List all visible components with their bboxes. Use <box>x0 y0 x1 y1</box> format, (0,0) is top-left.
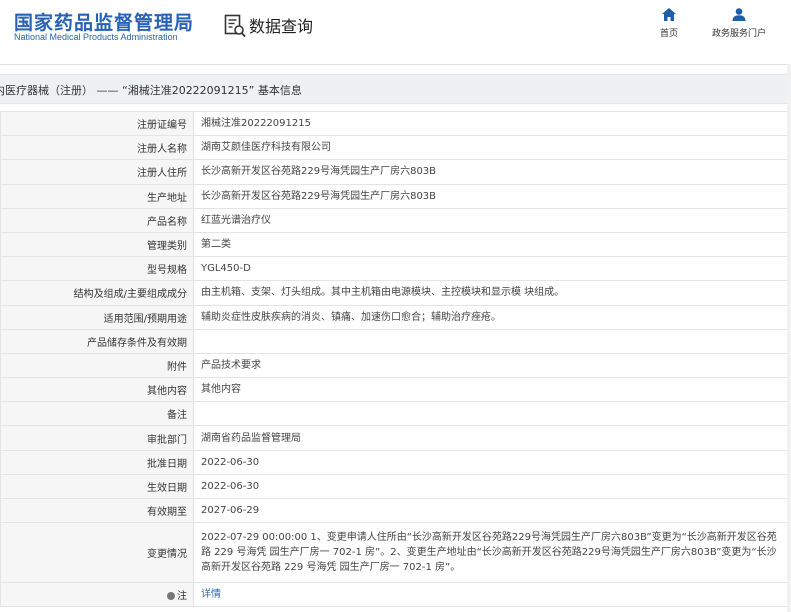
field-label: 审批部门 <box>0 425 194 451</box>
field-value <box>193 328 791 354</box>
nav-home[interactable]: 首页 <box>660 8 678 39</box>
field-label: 结构及组成/主要组成成分 <box>0 280 194 306</box>
table-row: 生效日期 2022-06-30 <box>0 473 791 500</box>
field-value: YGL450-D <box>193 256 791 282</box>
header-divider <box>0 64 791 65</box>
table-row: 备注 <box>0 401 791 427</box>
field-label-note: 注 <box>0 582 194 608</box>
field-label: 注册人名称 <box>0 135 194 161</box>
table-row: 注册证编号 湘械注准20222091215 <box>0 110 791 137</box>
field-value <box>193 401 791 427</box>
field-value: 详情 <box>193 582 791 608</box>
section-title-bar: 内医疗器械（注册） —— “湘械注准20222091215” 基本信息 <box>0 74 791 104</box>
field-value: 长沙高新开发区谷苑路229号海凭园生产厂房六803B <box>193 183 791 209</box>
table-row: 附件 产品技术要求 <box>0 352 791 379</box>
table-row: 结构及组成/主要组成成分 由主机箱、支架、灯头组成。其中主机箱由电源模块、主控模块… <box>0 280 791 306</box>
field-label: 注册人住所 <box>0 159 194 185</box>
field-label: 适用范围/预期用途 <box>0 304 194 330</box>
details-link[interactable]: 详情 <box>201 589 221 600</box>
table-row: 变更情况 2022-07-29 00:00:00 1、变更申请人住所由“长沙高新开… <box>0 522 791 584</box>
nav-gov-service-portal[interactable]: 政务服务门户 <box>712 8 766 39</box>
table-row: 生产地址 长沙高新开发区谷苑路229号海凭园生产厂房六803B <box>0 183 791 209</box>
field-value: 湘械注准20222091215 <box>193 110 791 137</box>
field-value: 2027-06-29 <box>193 497 791 524</box>
nav-portal-label: 政务服务门户 <box>712 29 767 39</box>
field-label: 注册证编号 <box>0 110 194 137</box>
field-label: 附件 <box>0 352 194 379</box>
table-row: 产品名称 红蓝光谱治疗仪 <box>0 207 791 233</box>
device-info-table: 注册证编号 湘械注准20222091215 注册人名称 湖南艾颜佳医疗科技有限公司 … <box>0 110 791 608</box>
home-icon <box>662 8 676 21</box>
field-value: 辅助炎症性皮肤疾病的消炎、镇痛、加速伤口愈合；辅助治疗痤疮。 <box>193 304 791 330</box>
table-row: 批准日期 2022-06-30 <box>0 449 791 475</box>
site-logo-title[interactable]: 国家药品监督管理局 <box>14 8 194 35</box>
table-row: 其他内容 其他内容 <box>0 377 791 403</box>
site-header: 国家药品监督管理局 National Medical Products Admi… <box>0 0 791 64</box>
field-label: 生产地址 <box>0 183 194 209</box>
field-value: 长沙高新开发区谷苑路229号海凭园生产厂房六803B <box>193 159 791 185</box>
field-value: 2022-06-30 <box>193 449 791 475</box>
field-label: 产品储存条件及有效期 <box>0 328 194 354</box>
field-label: 备注 <box>0 401 194 427</box>
field-label: 生效日期 <box>0 473 194 500</box>
table-row: 审批部门 湖南省药品监督管理局 <box>0 425 791 451</box>
note-label: 注 <box>177 591 187 603</box>
table-row: 型号规格 YGL450-D <box>0 256 791 282</box>
field-label: 产品名称 <box>0 207 194 233</box>
data-query-icon <box>224 14 246 38</box>
field-label: 变更情况 <box>0 522 194 584</box>
change-history-value: 2022-07-29 00:00:00 1、变更申请人住所由“长沙高新开发区谷苑… <box>193 522 791 584</box>
field-value: 其他内容 <box>193 377 791 403</box>
pin-icon <box>167 592 175 601</box>
page-scrollbar[interactable] <box>787 64 791 612</box>
section-title: 内医疗器械（注册） —— “湘械注准20222091215” 基本信息 <box>0 84 302 97</box>
field-label: 管理类别 <box>0 231 194 258</box>
field-value: 湖南省药品监督管理局 <box>193 425 791 451</box>
data-query-title: 数据查询 <box>249 17 314 36</box>
field-value: 第二类 <box>193 231 791 258</box>
field-label: 型号规格 <box>0 256 194 282</box>
field-value: 湖南艾颜佳医疗科技有限公司 <box>193 135 791 161</box>
user-icon <box>732 8 746 21</box>
field-value: 红蓝光谱治疗仪 <box>193 207 791 233</box>
field-label: 其他内容 <box>0 377 194 403</box>
table-row: 注册人名称 湖南艾颜佳医疗科技有限公司 <box>0 135 791 161</box>
field-value: 产品技术要求 <box>193 352 791 379</box>
table-row: 适用范围/预期用途 辅助炎症性皮肤疾病的消炎、镇痛、加速伤口愈合；辅助治疗痤疮。 <box>0 304 791 330</box>
field-value: 2022-06-30 <box>193 473 791 500</box>
table-row: 注 详情 <box>0 582 791 608</box>
field-label: 有效期至 <box>0 497 194 524</box>
table-row: 注册人住所 长沙高新开发区谷苑路229号海凭园生产厂房六803B <box>0 159 791 185</box>
field-label: 批准日期 <box>0 449 194 475</box>
site-logo-subtitle[interactable]: National Medical Products Administration <box>14 32 178 42</box>
nav-home-label: 首页 <box>660 29 679 39</box>
table-row: 有效期至 2027-06-29 <box>0 497 791 524</box>
table-row: 产品储存条件及有效期 <box>0 328 791 354</box>
field-value: 由主机箱、支架、灯头组成。其中主机箱由电源模块、主控模块和显示模 块组成。 <box>193 280 791 306</box>
table-row: 管理类别 第二类 <box>0 231 791 258</box>
